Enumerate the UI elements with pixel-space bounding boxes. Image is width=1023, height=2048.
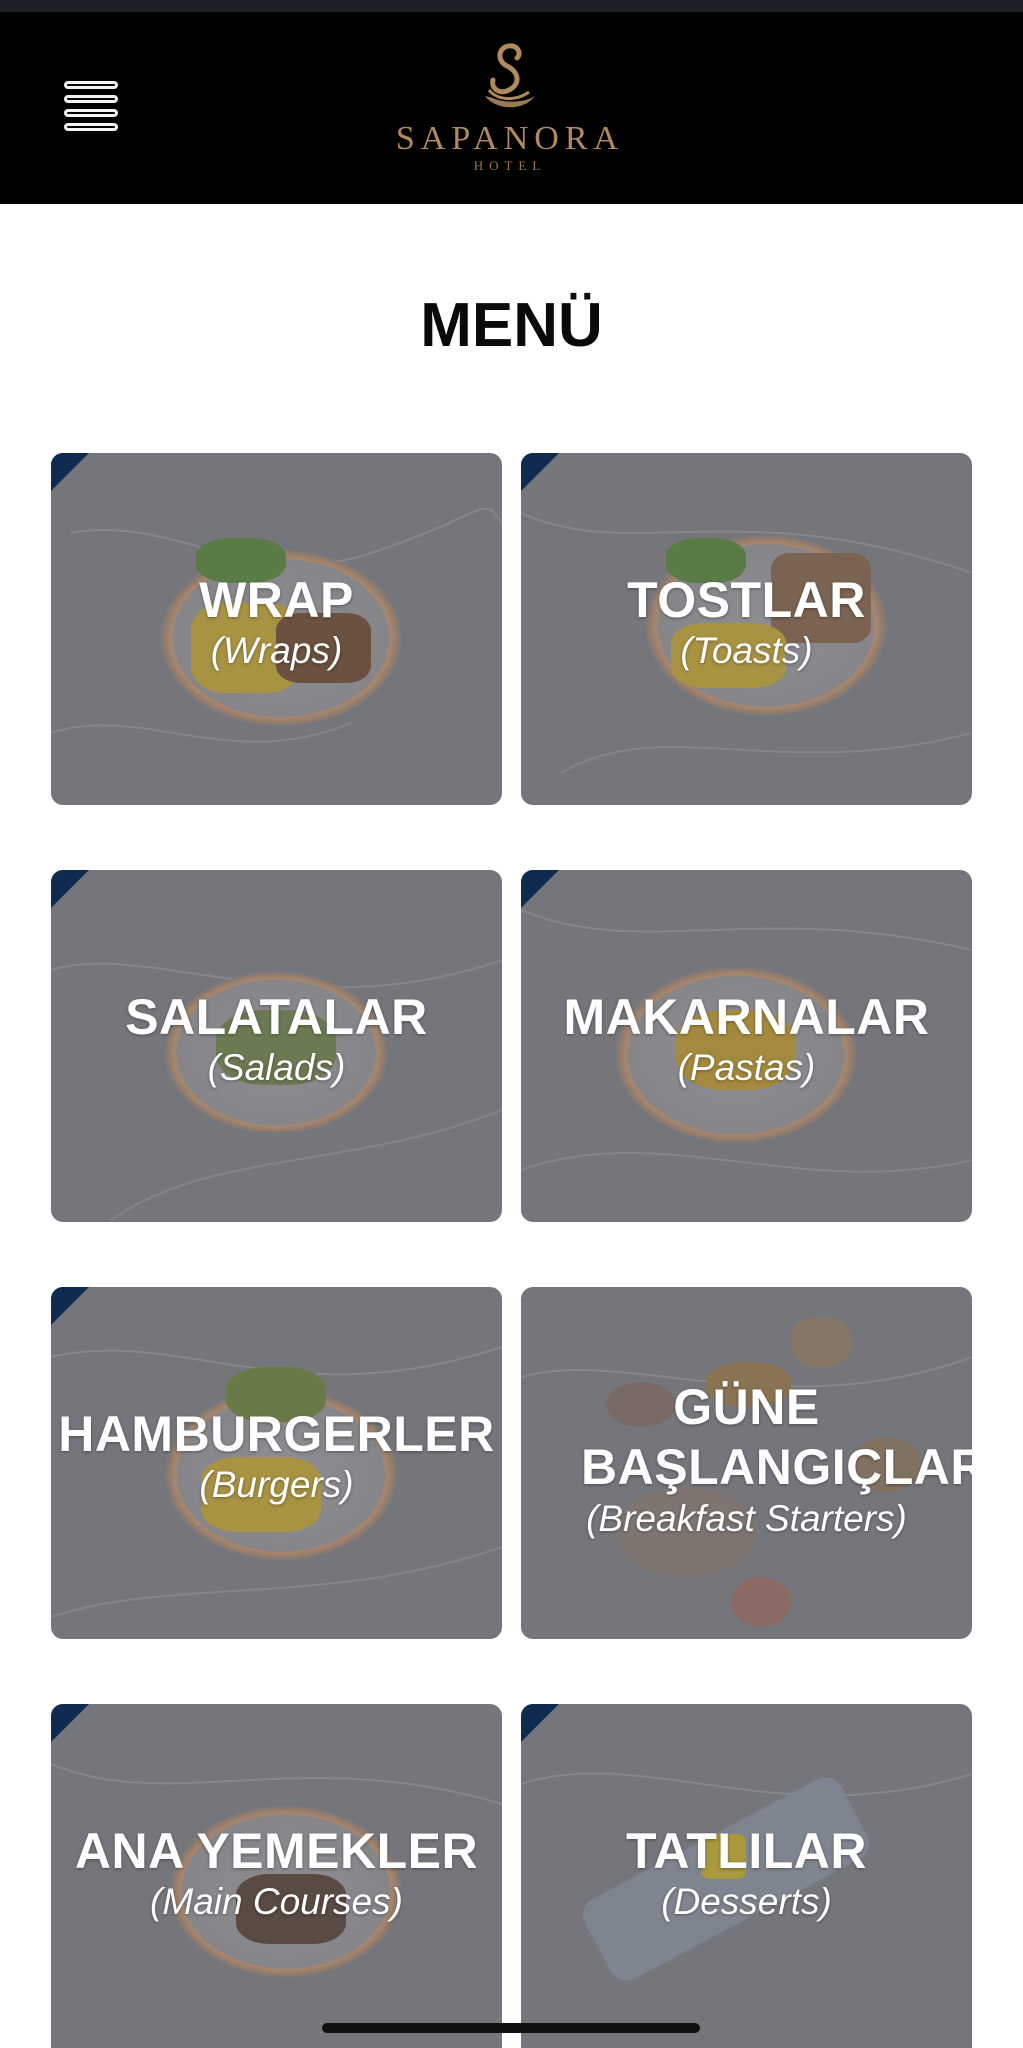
page-title: MENÜ xyxy=(420,291,603,360)
category-translation: (Burgers) xyxy=(199,1464,354,1505)
corner-accent xyxy=(521,1704,559,1742)
card-labels: TOSTLAR (Toasts) xyxy=(521,571,972,673)
breakfast-item xyxy=(791,1317,851,1367)
card-labels: HAMBURGERLER (Burgers) xyxy=(51,1405,502,1507)
category-name: SALATALAR xyxy=(125,989,428,1045)
hotel-logo[interactable]: SAPANORA HOTEL xyxy=(380,40,640,180)
category-card-wrap[interactable]: WRAP (Wraps) xyxy=(51,453,502,805)
hamburger-menu-icon[interactable] xyxy=(62,67,124,131)
category-card-ana-yemekler[interactable]: ANA YEMEKLER (Main Courses) xyxy=(51,1704,502,2048)
category-card-makarnalar[interactable]: MAKARNALAR (Pastas) xyxy=(521,870,972,1222)
category-card-tatlilar[interactable]: TATLILAR (Desserts) xyxy=(521,1704,972,2048)
category-translation: (Desserts) xyxy=(661,1881,832,1922)
category-name: WRAP xyxy=(199,572,354,628)
category-card-salatalar[interactable]: SALATALAR (Salads) xyxy=(51,870,502,1222)
category-card-hamburgerler[interactable]: HAMBURGERLER (Burgers) xyxy=(51,1287,502,1639)
category-translation: (Main Courses) xyxy=(150,1881,403,1922)
card-labels: ANA YEMEKLER (Main Courses) xyxy=(51,1822,502,1924)
category-translation: (Toasts) xyxy=(680,630,813,671)
card-labels: WRAP (Wraps) xyxy=(51,571,502,673)
breakfast-item xyxy=(731,1577,791,1627)
corner-accent xyxy=(51,1704,89,1742)
category-translation: (Wraps) xyxy=(210,630,343,671)
category-name: GÜNE BAŞLANGIÇLAR xyxy=(581,1379,972,1495)
corner-accent xyxy=(521,453,559,491)
category-name: MAKARNALAR xyxy=(563,989,930,1045)
card-labels: TATLILAR (Desserts) xyxy=(521,1822,972,1924)
brand-name: SAPANORA xyxy=(395,120,625,157)
card-labels: MAKARNALAR (Pastas) xyxy=(521,988,972,1090)
corner-accent xyxy=(51,1287,89,1325)
home-indicator xyxy=(322,2023,700,2033)
corner-accent xyxy=(51,870,89,908)
category-translation: (Salads) xyxy=(207,1047,346,1088)
category-name: ANA YEMEKLER xyxy=(74,1823,479,1879)
brand-subtitle: HOTEL xyxy=(473,158,547,173)
card-labels: SALATALAR (Salads) xyxy=(51,988,502,1090)
corner-accent xyxy=(51,453,89,491)
swan-logo-icon xyxy=(485,43,535,108)
category-name: TATLILAR xyxy=(626,1823,867,1879)
corner-accent xyxy=(521,870,559,908)
category-card-tostlar[interactable]: TOSTLAR (Toasts) xyxy=(521,453,972,805)
top-header: SAPANORA HOTEL xyxy=(0,12,1023,204)
category-translation: (Breakfast Starters) xyxy=(586,1498,907,1539)
category-name: HAMBURGERLER xyxy=(58,1406,495,1462)
card-labels: GÜNE BAŞLANGIÇLAR (Breakfast Starters) xyxy=(521,1377,972,1541)
category-translation: (Pastas) xyxy=(677,1047,816,1088)
category-name: TOSTLAR xyxy=(627,572,866,628)
category-card-gune-baslangiclar[interactable]: GÜNE BAŞLANGIÇLAR (Breakfast Starters) xyxy=(521,1287,972,1639)
status-bar xyxy=(0,0,1023,12)
